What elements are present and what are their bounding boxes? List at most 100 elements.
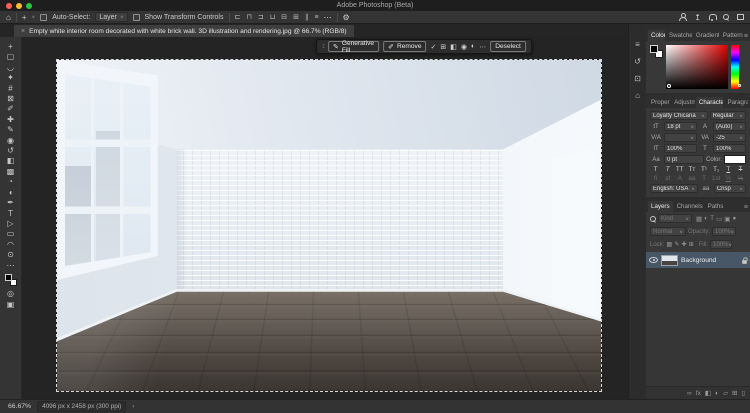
leading-dropdown[interactable]: (Auto) ∨ bbox=[713, 122, 746, 131]
superscript-button[interactable]: T¹ bbox=[699, 166, 710, 173]
filter-smart-objects-icon[interactable]: ▣ bbox=[724, 215, 730, 223]
filter-shape-layers-icon[interactable]: ▭ bbox=[716, 215, 722, 223]
canvas-image[interactable] bbox=[57, 60, 601, 391]
transform-selection-icon[interactable]: ⊞ bbox=[440, 43, 446, 51]
layer-effects-icon[interactable]: fx bbox=[696, 390, 701, 397]
font-style-dropdown[interactable]: Regular ∨ bbox=[710, 111, 746, 120]
account-icon[interactable] bbox=[678, 13, 686, 21]
adjustments-panel-icon[interactable]: ≡ bbox=[635, 40, 640, 49]
align-top-edges-icon[interactable]: ⊔ bbox=[270, 13, 275, 21]
history-brush-tool[interactable]: ↺ bbox=[7, 146, 14, 156]
gradient-tool[interactable]: ▩ bbox=[7, 167, 15, 177]
crop-tool[interactable]: # bbox=[8, 84, 12, 94]
align-left-edges-icon[interactable]: ⊏ bbox=[235, 13, 241, 21]
layer-lock-icon[interactable] bbox=[742, 260, 747, 264]
pen-tool[interactable]: ✒ bbox=[7, 198, 14, 208]
object-selection-tool[interactable]: ✦ bbox=[7, 73, 14, 83]
vertical-scale-field[interactable]: 100% bbox=[664, 144, 697, 153]
font-family-dropdown[interactable]: Loyalty Chicana ∨ bbox=[650, 111, 708, 120]
tab-properties[interactable]: Propert bbox=[648, 97, 670, 108]
justification-alternates-button[interactable]: ⅓ bbox=[735, 175, 746, 182]
filter-adjustment-layers-icon[interactable]: ◐ bbox=[704, 215, 708, 223]
align-horizontal-centers-icon[interactable]: ⊓ bbox=[246, 13, 251, 21]
strikethrough-button[interactable]: T bbox=[735, 166, 746, 173]
contextual-alternates-button[interactable]: st bbox=[662, 175, 673, 182]
horizontal-scale-field[interactable]: 100% bbox=[713, 144, 746, 153]
align-right-edges-icon[interactable]: ⊐ bbox=[258, 13, 264, 21]
lock-image-pixels-icon[interactable]: ✎ bbox=[674, 241, 679, 248]
eraser-tool[interactable]: ◧ bbox=[7, 156, 15, 166]
font-size-dropdown[interactable]: 18 pt ∨ bbox=[664, 122, 697, 131]
titling-alternates-button[interactable]: aa bbox=[686, 175, 697, 182]
text-color-swatch[interactable] bbox=[724, 155, 746, 164]
tool-settings-gear-icon[interactable]: ⚙ bbox=[343, 13, 350, 22]
align-bottom-edges-icon[interactable]: ⊞ bbox=[293, 13, 299, 21]
history-panel-icon[interactable]: ↺ bbox=[634, 57, 641, 66]
tab-gradients[interactable]: Gradients bbox=[693, 30, 719, 41]
adjustment-icon[interactable]: ◐ bbox=[471, 43, 475, 50]
delete-layer-icon[interactable]: ▯ bbox=[741, 389, 745, 397]
tab-swatches[interactable]: Swatches bbox=[666, 30, 692, 41]
screen-mode-icon[interactable]: ▣ bbox=[7, 299, 15, 310]
align-vertical-centers-icon[interactable]: ⊟ bbox=[281, 13, 287, 21]
adjustment-layer-icon[interactable]: ◐ bbox=[715, 390, 719, 397]
tab-paths[interactable]: Paths bbox=[705, 201, 727, 212]
color-swatches[interactable] bbox=[5, 274, 17, 286]
filter-type-layers-icon[interactable]: T bbox=[710, 215, 714, 223]
share-icon[interactable]: ↥ bbox=[694, 13, 701, 22]
tab-character[interactable]: Character bbox=[696, 97, 724, 108]
underline-button[interactable]: T bbox=[723, 166, 734, 173]
lock-artboard-icon[interactable]: ⊞ bbox=[689, 241, 694, 248]
lasso-tool[interactable]: ◡ bbox=[7, 63, 14, 73]
layer-visibility-eye-icon[interactable] bbox=[649, 257, 658, 263]
auto-select-mode-dropdown[interactable]: Layer ∨ bbox=[95, 12, 127, 22]
path-selection-tool[interactable]: ▷ bbox=[7, 219, 13, 229]
search-icon[interactable] bbox=[723, 14, 729, 20]
notifications-bell-icon[interactable] bbox=[709, 14, 715, 20]
deselect-button[interactable]: Deselect bbox=[490, 41, 526, 52]
brush-tool[interactable]: ✎ bbox=[7, 125, 14, 135]
shape-tool[interactable]: ▭ bbox=[7, 229, 15, 239]
anti-alias-dropdown[interactable]: Crisp ∨ bbox=[714, 184, 746, 193]
generative-fill-button[interactable]: ✎ Generative Fill bbox=[328, 41, 379, 52]
distribute-vertical-icon[interactable]: ≡ bbox=[314, 14, 318, 21]
saturation-brightness-field[interactable] bbox=[666, 45, 728, 89]
tab-channels[interactable]: Channels bbox=[674, 201, 704, 212]
link-layers-icon[interactable]: ∞ bbox=[687, 390, 692, 397]
ordinals-button[interactable]: 1st bbox=[711, 175, 722, 182]
info-panel-icon[interactable]: ⊡ bbox=[634, 74, 641, 83]
swash-button[interactable]: T bbox=[699, 175, 710, 182]
ligatures-button[interactable]: fi bbox=[650, 175, 661, 182]
close-tab-icon[interactable]: × bbox=[21, 28, 25, 35]
faux-bold-button[interactable]: T bbox=[650, 166, 661, 173]
move-tool-icon[interactable]: + bbox=[22, 13, 27, 22]
kerning-dropdown[interactable]: ∨ bbox=[664, 133, 697, 142]
edit-toolbar[interactable]: ⋯ bbox=[7, 261, 15, 271]
canvas-area[interactable]: ⁝⁝ ✎ Generative Fill ✐ Remove ✓⊞◧◉◐⋯ Des… bbox=[22, 37, 628, 399]
zoom-level[interactable]: 66.67% bbox=[8, 403, 31, 410]
auto-select-checkbox[interactable] bbox=[40, 14, 47, 21]
fill-dropdown[interactable]: 100% ∨ bbox=[710, 240, 732, 249]
layer-mask-icon[interactable]: ◧ bbox=[705, 389, 711, 397]
show-transform-checkbox[interactable] bbox=[133, 14, 140, 21]
blend-mode-dropdown[interactable]: Normal ∨ bbox=[650, 227, 686, 236]
tab-color[interactable]: Color bbox=[648, 30, 665, 41]
new-group-icon[interactable]: ▱ bbox=[723, 389, 728, 397]
zoom-tool[interactable]: ⊙ bbox=[7, 250, 14, 260]
color-sample-ring[interactable] bbox=[667, 84, 671, 88]
move-tool[interactable]: + bbox=[8, 42, 13, 52]
panel-menu-icon[interactable]: ≡ bbox=[744, 33, 748, 41]
clone-stamp-tool[interactable]: ◉ bbox=[7, 136, 14, 146]
document-tab[interactable]: × Empty white interior room decorated wi… bbox=[14, 25, 354, 37]
modify-selection-icon[interactable]: ✓ bbox=[431, 43, 437, 51]
drag-handle[interactable]: ⁝⁝ bbox=[322, 43, 324, 50]
all-caps-button[interactable]: TT bbox=[674, 166, 685, 173]
dodge-tool[interactable]: ◖ bbox=[8, 188, 13, 198]
remove-button[interactable]: ✐ Remove bbox=[383, 41, 426, 52]
tracking-dropdown[interactable]: -25 ∨ bbox=[713, 133, 746, 142]
lock-transparent-pixels-icon[interactable]: ▦ bbox=[666, 241, 672, 248]
tab-adjustments[interactable]: Adjustm bbox=[671, 97, 695, 108]
opacity-dropdown[interactable]: 100% ∨ bbox=[712, 227, 736, 236]
baseline-shift-field[interactable]: 0 pt bbox=[664, 155, 704, 164]
subscript-button[interactable]: T₁ bbox=[711, 166, 722, 173]
